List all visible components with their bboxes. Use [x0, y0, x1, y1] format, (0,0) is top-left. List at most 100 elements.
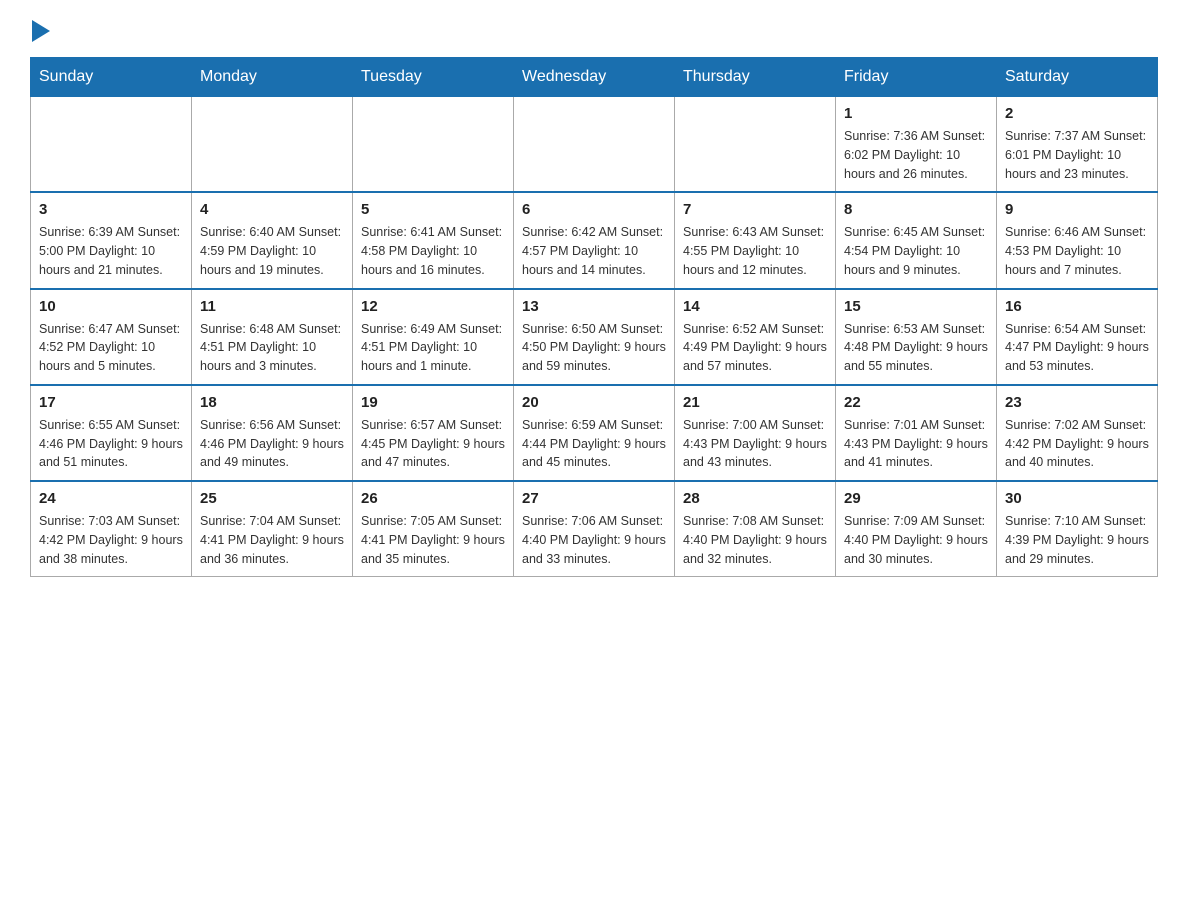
day-number: 14	[683, 296, 827, 317]
day-number: 13	[522, 296, 666, 317]
calendar-cell: 11 Sunrise: 6:48 AM Sunset: 4:51 PM Dayli…	[192, 289, 353, 385]
day-number: 22	[844, 392, 988, 413]
day-info: Sunrise: 6:54 AM Sunset: 4:47 PM Dayligh…	[1005, 320, 1149, 376]
day-number: 8	[844, 199, 988, 220]
calendar-cell: 18 Sunrise: 6:56 AM Sunset: 4:46 PM Dayli…	[192, 385, 353, 481]
day-number: 10	[39, 296, 183, 317]
day-info: Sunrise: 6:41 AM Sunset: 4:58 PM Dayligh…	[361, 223, 505, 279]
day-info: Sunrise: 6:59 AM Sunset: 4:44 PM Dayligh…	[522, 416, 666, 472]
calendar-cell: 19 Sunrise: 6:57 AM Sunset: 4:45 PM Dayli…	[353, 385, 514, 481]
day-number: 12	[361, 296, 505, 317]
calendar-week-row: 1 Sunrise: 7:36 AM Sunset: 6:02 PM Daylig…	[31, 97, 1158, 193]
calendar-cell: 23 Sunrise: 7:02 AM Sunset: 4:42 PM Dayli…	[997, 385, 1158, 481]
day-info: Sunrise: 6:48 AM Sunset: 4:51 PM Dayligh…	[200, 320, 344, 376]
day-number: 6	[522, 199, 666, 220]
calendar-week-row: 17Sunrise: 6:55 AM Sunset: 4:46 PM Dayli…	[31, 385, 1158, 481]
calendar-header-sunday: Sunday	[31, 58, 192, 97]
day-info: Sunrise: 6:52 AM Sunset: 4:49 PM Dayligh…	[683, 320, 827, 376]
calendar-cell: 24Sunrise: 7:03 AM Sunset: 4:42 PM Dayli…	[31, 481, 192, 577]
day-info: Sunrise: 6:45 AM Sunset: 4:54 PM Dayligh…	[844, 223, 988, 279]
day-number: 25	[200, 488, 344, 509]
header	[30, 20, 1158, 42]
calendar-cell: 9 Sunrise: 6:46 AM Sunset: 4:53 PM Daylig…	[997, 192, 1158, 288]
calendar-header-row: SundayMondayTuesdayWednesdayThursdayFrid…	[31, 58, 1158, 97]
day-info: Sunrise: 6:50 AM Sunset: 4:50 PM Dayligh…	[522, 320, 666, 376]
day-number: 23	[1005, 392, 1149, 413]
day-info: Sunrise: 7:10 AM Sunset: 4:39 PM Dayligh…	[1005, 512, 1149, 568]
calendar-week-row: 10 Sunrise: 6:47 AM Sunset: 4:52 PM Dayli…	[31, 289, 1158, 385]
day-number: 20	[522, 392, 666, 413]
calendar-cell: 26 Sunrise: 7:05 AM Sunset: 4:41 PM Dayli…	[353, 481, 514, 577]
calendar-cell: 12 Sunrise: 6:49 AM Sunset: 4:51 PM Dayli…	[353, 289, 514, 385]
calendar-cell: 16 Sunrise: 6:54 AM Sunset: 4:47 PM Dayli…	[997, 289, 1158, 385]
day-info: Sunrise: 7:05 AM Sunset: 4:41 PM Dayligh…	[361, 512, 505, 568]
day-info: Sunrise: 7:03 AM Sunset: 4:42 PM Dayligh…	[39, 512, 183, 568]
day-info: Sunrise: 7:08 AM Sunset: 4:40 PM Dayligh…	[683, 512, 827, 568]
day-info: Sunrise: 7:00 AM Sunset: 4:43 PM Dayligh…	[683, 416, 827, 472]
day-info: Sunrise: 6:40 AM Sunset: 4:59 PM Dayligh…	[200, 223, 344, 279]
calendar-cell: 2 Sunrise: 7:37 AM Sunset: 6:01 PM Daylig…	[997, 97, 1158, 193]
day-number: 16	[1005, 296, 1149, 317]
calendar-cell: 25 Sunrise: 7:04 AM Sunset: 4:41 PM Dayli…	[192, 481, 353, 577]
calendar-week-row: 24Sunrise: 7:03 AM Sunset: 4:42 PM Dayli…	[31, 481, 1158, 577]
day-number: 9	[1005, 199, 1149, 220]
calendar-week-row: 3 Sunrise: 6:39 AM Sunset: 5:00 PM Daylig…	[31, 192, 1158, 288]
logo-arrow-icon	[32, 20, 50, 42]
day-info: Sunrise: 7:04 AM Sunset: 4:41 PM Dayligh…	[200, 512, 344, 568]
day-info: Sunrise: 6:55 AM Sunset: 4:46 PM Dayligh…	[39, 416, 183, 472]
calendar-cell: 29Sunrise: 7:09 AM Sunset: 4:40 PM Dayli…	[836, 481, 997, 577]
day-info: Sunrise: 7:01 AM Sunset: 4:43 PM Dayligh…	[844, 416, 988, 472]
day-number: 3	[39, 199, 183, 220]
day-number: 15	[844, 296, 988, 317]
calendar-cell	[675, 97, 836, 193]
day-info: Sunrise: 6:39 AM Sunset: 5:00 PM Dayligh…	[39, 223, 183, 279]
calendar-cell: 30 Sunrise: 7:10 AM Sunset: 4:39 PM Dayli…	[997, 481, 1158, 577]
day-info: Sunrise: 6:49 AM Sunset: 4:51 PM Dayligh…	[361, 320, 505, 376]
logo	[30, 20, 50, 42]
day-number: 1	[844, 103, 988, 124]
calendar-cell: 21 Sunrise: 7:00 AM Sunset: 4:43 PM Dayli…	[675, 385, 836, 481]
calendar-cell: 6 Sunrise: 6:42 AM Sunset: 4:57 PM Daylig…	[514, 192, 675, 288]
day-number: 30	[1005, 488, 1149, 509]
day-number: 4	[200, 199, 344, 220]
calendar-cell: 13 Sunrise: 6:50 AM Sunset: 4:50 PM Dayli…	[514, 289, 675, 385]
calendar-cell: 22 Sunrise: 7:01 AM Sunset: 4:43 PM Dayli…	[836, 385, 997, 481]
calendar-header-wednesday: Wednesday	[514, 58, 675, 97]
day-number: 18	[200, 392, 344, 413]
calendar-cell: 28 Sunrise: 7:08 AM Sunset: 4:40 PM Dayli…	[675, 481, 836, 577]
calendar-cell: 1 Sunrise: 7:36 AM Sunset: 6:02 PM Daylig…	[836, 97, 997, 193]
calendar-header-friday: Friday	[836, 58, 997, 97]
day-number: 19	[361, 392, 505, 413]
day-number: 5	[361, 199, 505, 220]
calendar-cell: 27 Sunrise: 7:06 AM Sunset: 4:40 PM Dayli…	[514, 481, 675, 577]
calendar-cell: 7Sunrise: 6:43 AM Sunset: 4:55 PM Daylig…	[675, 192, 836, 288]
day-info: Sunrise: 6:43 AM Sunset: 4:55 PM Dayligh…	[683, 223, 827, 279]
calendar-cell	[353, 97, 514, 193]
day-number: 26	[361, 488, 505, 509]
calendar-cell	[514, 97, 675, 193]
day-info: Sunrise: 6:47 AM Sunset: 4:52 PM Dayligh…	[39, 320, 183, 376]
day-info: Sunrise: 6:56 AM Sunset: 4:46 PM Dayligh…	[200, 416, 344, 472]
day-info: Sunrise: 7:36 AM Sunset: 6:02 PM Dayligh…	[844, 127, 988, 183]
day-info: Sunrise: 6:42 AM Sunset: 4:57 PM Dayligh…	[522, 223, 666, 279]
calendar-cell: 5 Sunrise: 6:41 AM Sunset: 4:58 PM Daylig…	[353, 192, 514, 288]
day-number: 27	[522, 488, 666, 509]
calendar-header-saturday: Saturday	[997, 58, 1158, 97]
calendar-header-thursday: Thursday	[675, 58, 836, 97]
day-number: 28	[683, 488, 827, 509]
calendar-cell: 14 Sunrise: 6:52 AM Sunset: 4:49 PM Dayli…	[675, 289, 836, 385]
day-info: Sunrise: 6:53 AM Sunset: 4:48 PM Dayligh…	[844, 320, 988, 376]
calendar-cell: 4 Sunrise: 6:40 AM Sunset: 4:59 PM Daylig…	[192, 192, 353, 288]
day-number: 2	[1005, 103, 1149, 124]
day-number: 21	[683, 392, 827, 413]
day-info: Sunrise: 6:46 AM Sunset: 4:53 PM Dayligh…	[1005, 223, 1149, 279]
day-number: 29	[844, 488, 988, 509]
day-info: Sunrise: 7:37 AM Sunset: 6:01 PM Dayligh…	[1005, 127, 1149, 183]
day-info: Sunrise: 7:02 AM Sunset: 4:42 PM Dayligh…	[1005, 416, 1149, 472]
day-number: 11	[200, 296, 344, 317]
calendar-cell: 3 Sunrise: 6:39 AM Sunset: 5:00 PM Daylig…	[31, 192, 192, 288]
calendar-header-monday: Monday	[192, 58, 353, 97]
day-info: Sunrise: 6:57 AM Sunset: 4:45 PM Dayligh…	[361, 416, 505, 472]
calendar-header-tuesday: Tuesday	[353, 58, 514, 97]
day-info: Sunrise: 7:06 AM Sunset: 4:40 PM Dayligh…	[522, 512, 666, 568]
